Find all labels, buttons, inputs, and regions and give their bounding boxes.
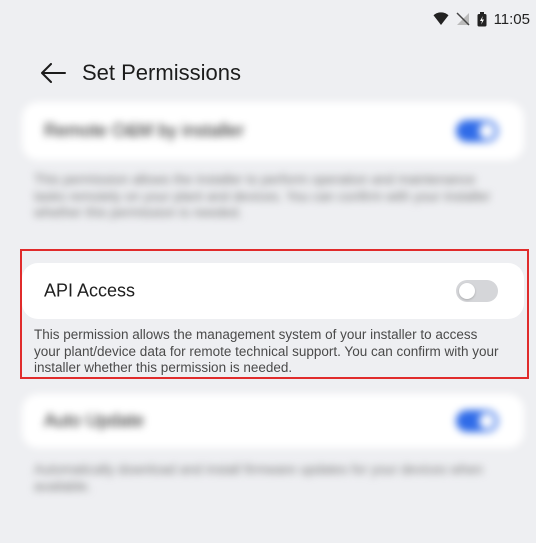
permission-card-remote-om: Remote O&M by installer bbox=[22, 102, 524, 160]
permission-card-api-access: API Access bbox=[22, 263, 524, 319]
wifi-icon bbox=[433, 12, 449, 25]
status-time: 11:05 bbox=[493, 10, 530, 28]
permission-label-api-access: API Access bbox=[44, 280, 136, 301]
status-bar: 11:05 bbox=[433, 6, 536, 32]
permission-card-auto-update: Auto Update bbox=[22, 394, 524, 448]
page-title: Set Permissions bbox=[82, 60, 241, 85]
auto-update-toggle[interactable] bbox=[456, 410, 498, 432]
header: Set Permissions bbox=[38, 56, 241, 90]
permission-description-remote-om: This permission allows the installer to … bbox=[34, 172, 491, 220]
back-arrow-icon bbox=[41, 63, 66, 83]
battery-icon bbox=[477, 11, 487, 26]
back-button[interactable] bbox=[38, 58, 68, 88]
api-access-toggle[interactable] bbox=[456, 280, 498, 302]
remote-om-toggle[interactable] bbox=[456, 120, 498, 142]
no-signal-icon bbox=[456, 12, 470, 26]
permission-label-remote-om: Remote O&M by installer bbox=[44, 120, 245, 141]
permission-description-api-access: This permission allows the management sy… bbox=[34, 327, 499, 375]
permission-description-auto-update: Automatically download and install firmw… bbox=[34, 462, 483, 494]
permission-label-auto-update: Auto Update bbox=[44, 410, 145, 431]
